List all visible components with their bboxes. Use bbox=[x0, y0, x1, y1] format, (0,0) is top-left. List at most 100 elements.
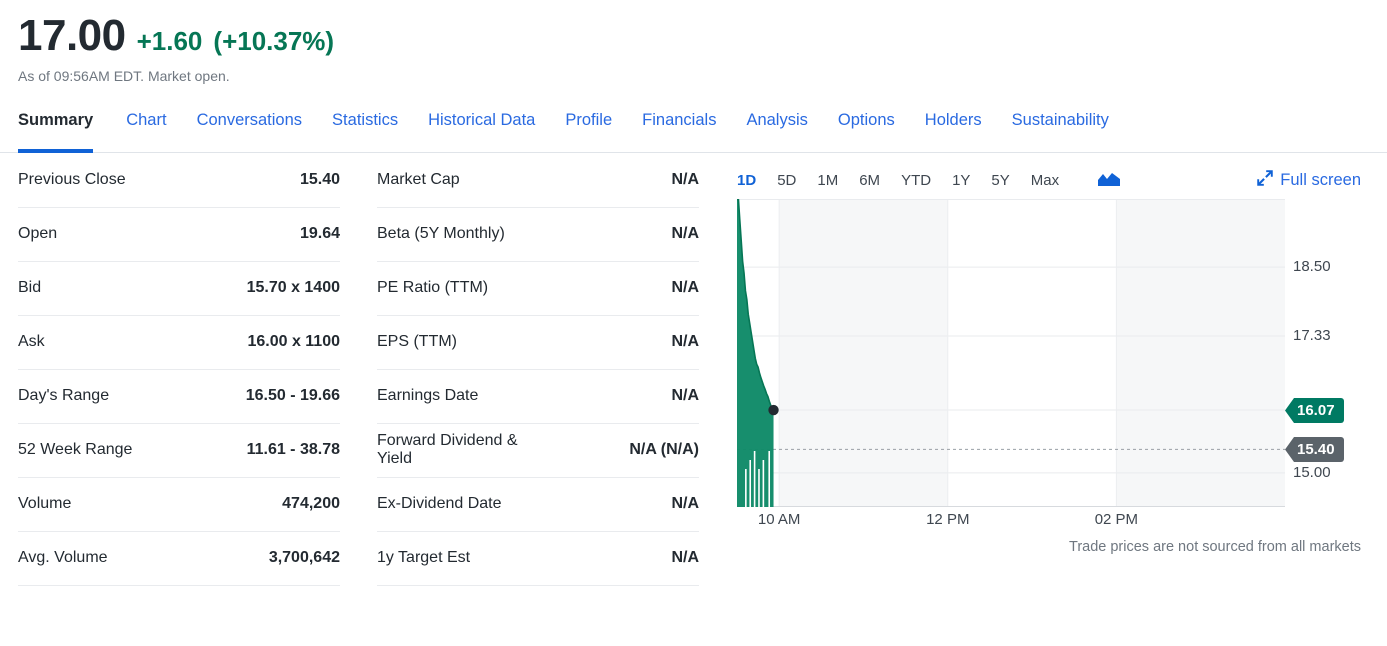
quote-stat-row: Volume 474,200 bbox=[18, 477, 340, 532]
chart-panel: 1D 5D 1M 6M YTD 1Y 5Y Max Full screen 18… bbox=[737, 153, 1369, 586]
quote-stat-row: 52 Week Range 11.61 - 38.78 bbox=[18, 423, 340, 478]
tab-statistics[interactable]: Statistics bbox=[332, 105, 412, 153]
range-selector: 1D 5D 1M 6M YTD 1Y 5Y Max bbox=[737, 172, 1080, 189]
range-button-5d[interactable]: 5D bbox=[777, 172, 796, 189]
range-button-1m[interactable]: 1M bbox=[817, 172, 838, 189]
quote-stats-column-right: Market Cap N/A Beta (5Y Monthly) N/A PE Rati… bbox=[377, 153, 699, 586]
quote-change: +1.60 bbox=[136, 26, 203, 56]
tab-options[interactable]: Options bbox=[838, 105, 909, 153]
y-axis-tick-label: 15.00 bbox=[1293, 463, 1331, 481]
quote-stat-row: Previous Close 15.40 bbox=[18, 153, 340, 208]
quote-stats-table-right: Market Cap N/A Beta (5Y Monthly) N/A PE Rati… bbox=[377, 153, 699, 586]
quote-stat-value: N/A bbox=[538, 477, 699, 532]
quote-stat-value: 15.40 bbox=[179, 153, 340, 208]
area-chart-icon[interactable] bbox=[1098, 173, 1121, 187]
quote-stat-row: Beta (5Y Monthly) N/A bbox=[377, 207, 699, 262]
quote-stat-label: Previous Close bbox=[18, 153, 179, 208]
quote-stat-value: N/A (N/A) bbox=[538, 423, 699, 478]
tab-holders[interactable]: Holders bbox=[925, 105, 996, 153]
tab-financials[interactable]: Financials bbox=[642, 105, 730, 153]
tab-analysis[interactable]: Analysis bbox=[746, 105, 821, 153]
range-button-1d[interactable]: 1D bbox=[737, 172, 756, 189]
quote-header: 17.00 +1.60 (+10.37%) As of 09:56AM EDT.… bbox=[0, 0, 1387, 85]
quote-stat-value: N/A bbox=[538, 207, 699, 262]
range-button-ytd[interactable]: YTD bbox=[901, 172, 931, 189]
tab-summary[interactable]: Summary bbox=[18, 105, 107, 153]
quote-stat-label: Avg. Volume bbox=[18, 531, 179, 586]
quote-stat-row: Forward Dividend & Yield N/A (N/A) bbox=[377, 423, 699, 478]
range-button-1y[interactable]: 1Y bbox=[952, 172, 970, 189]
quote-stat-row: Earnings Date N/A bbox=[377, 369, 699, 424]
summary-content: Previous Close 15.40 Open 19.64 Bid 15.70 x 1… bbox=[0, 153, 1387, 586]
quote-stat-label: Day's Range bbox=[18, 369, 179, 424]
quote-stat-value: 11.61 - 38.78 bbox=[179, 423, 340, 478]
quote-stat-label: Ask bbox=[18, 315, 179, 370]
price-tag-pointer bbox=[1285, 398, 1294, 423]
tab-label: Summary bbox=[18, 111, 94, 129]
range-button-5y[interactable]: 5Y bbox=[991, 172, 1009, 189]
expand-arrows-icon bbox=[1257, 169, 1274, 191]
x-axis-tick-label: 10 AM bbox=[757, 511, 801, 528]
quote-stat-row: Bid 15.70 x 1400 bbox=[18, 261, 340, 316]
quote-stat-value: N/A bbox=[538, 531, 699, 586]
tab-label: Historical Data bbox=[428, 111, 536, 129]
tab-chart[interactable]: Chart bbox=[126, 105, 180, 153]
quote-stat-row: Ask 16.00 x 1100 bbox=[18, 315, 340, 370]
price-tag-last-price: 16.07 bbox=[1285, 398, 1344, 423]
quote-stat-label: Earnings Date bbox=[377, 369, 538, 424]
quote-stat-label: 1y Target Est bbox=[377, 531, 538, 586]
quote-stat-value: 474,200 bbox=[179, 477, 340, 532]
tab-label: Chart bbox=[126, 111, 167, 129]
quote-stat-value: 3,700,642 bbox=[179, 531, 340, 586]
tab-sustainability[interactable]: Sustainability bbox=[1012, 105, 1123, 153]
price-tag-pointer bbox=[1285, 437, 1294, 463]
tab-label: Profile bbox=[565, 111, 613, 129]
quote-stat-label: Bid bbox=[18, 261, 179, 316]
y-axis-tick-label: 18.50 bbox=[1293, 258, 1331, 276]
quote-stat-row: 1y Target Est N/A bbox=[377, 531, 699, 586]
quote-stat-label: Volume bbox=[18, 477, 179, 532]
price-tag-value: 16.07 bbox=[1294, 398, 1344, 423]
quote-stat-label: EPS (TTM) bbox=[377, 315, 538, 370]
quote-stat-label: Beta (5Y Monthly) bbox=[377, 207, 538, 262]
quote-stat-value: N/A bbox=[538, 315, 699, 370]
quote-stat-row: Avg. Volume 3,700,642 bbox=[18, 531, 340, 586]
full-screen-label: Full screen bbox=[1280, 170, 1361, 189]
y-axis-tick-label: 17.33 bbox=[1293, 326, 1331, 344]
quote-price-line: 17.00 +1.60 (+10.37%) bbox=[18, 14, 1387, 58]
quote-stat-label: 52 Week Range bbox=[18, 423, 179, 478]
quote-stat-row: Market Cap N/A bbox=[377, 153, 699, 208]
tab-profile[interactable]: Profile bbox=[565, 105, 626, 153]
chart-footnote: Trade prices are not sourced from all ma… bbox=[1069, 539, 1361, 555]
quote-stat-label: Forward Dividend & Yield bbox=[377, 423, 538, 478]
quote-stat-row: EPS (TTM) N/A bbox=[377, 315, 699, 370]
price-tag-previous-close: 15.40 bbox=[1285, 437, 1344, 463]
quote-stat-value: 16.00 x 1100 bbox=[179, 315, 340, 370]
range-button-max[interactable]: Max bbox=[1031, 172, 1059, 189]
quote-stats-table-left: Previous Close 15.40 Open 19.64 Bid 15.70 x 1… bbox=[18, 153, 340, 586]
tab-label: Holders bbox=[924, 111, 982, 129]
quote-stat-row: Open 19.64 bbox=[18, 207, 340, 262]
tab-label: Sustainability bbox=[1011, 111, 1109, 129]
quote-stat-value: N/A bbox=[538, 153, 699, 208]
quote-stat-value: N/A bbox=[538, 369, 699, 424]
tab-label: Statistics bbox=[332, 111, 399, 129]
price-area-chart[interactable] bbox=[737, 199, 1285, 507]
x-axis-tick-label: 12 PM bbox=[926, 511, 970, 528]
quote-stat-label: Open bbox=[18, 207, 179, 262]
tab-conversations[interactable]: Conversations bbox=[197, 105, 316, 153]
chart-plot-area[interactable]: 18.50 17.33 15.00 16.07 15.40 10 AM 12 PM 02 … bbox=[737, 199, 1369, 569]
tab-historical-data[interactable]: Historical Data bbox=[428, 105, 549, 153]
quote-stat-value: 19.64 bbox=[179, 207, 340, 262]
tab-label: Analysis bbox=[746, 111, 808, 129]
nav-tabs-container: Summary Chart Conversations Statistics Histo… bbox=[0, 105, 1387, 153]
quote-stat-row: Day's Range 16.50 - 19.66 bbox=[18, 369, 340, 424]
quote-stat-label: Market Cap bbox=[377, 153, 538, 208]
quote-stat-label: Ex-Dividend Date bbox=[377, 477, 538, 532]
quote-stat-row: Ex-Dividend Date N/A bbox=[377, 477, 699, 532]
full-screen-button[interactable]: Full screen bbox=[1257, 169, 1369, 191]
quote-stat-label: PE Ratio (TTM) bbox=[377, 261, 538, 316]
quote-stat-row: PE Ratio (TTM) N/A bbox=[377, 261, 699, 316]
range-button-6m[interactable]: 6M bbox=[859, 172, 880, 189]
nav-tabs: Summary Chart Conversations Statistics Histo… bbox=[18, 105, 1387, 153]
